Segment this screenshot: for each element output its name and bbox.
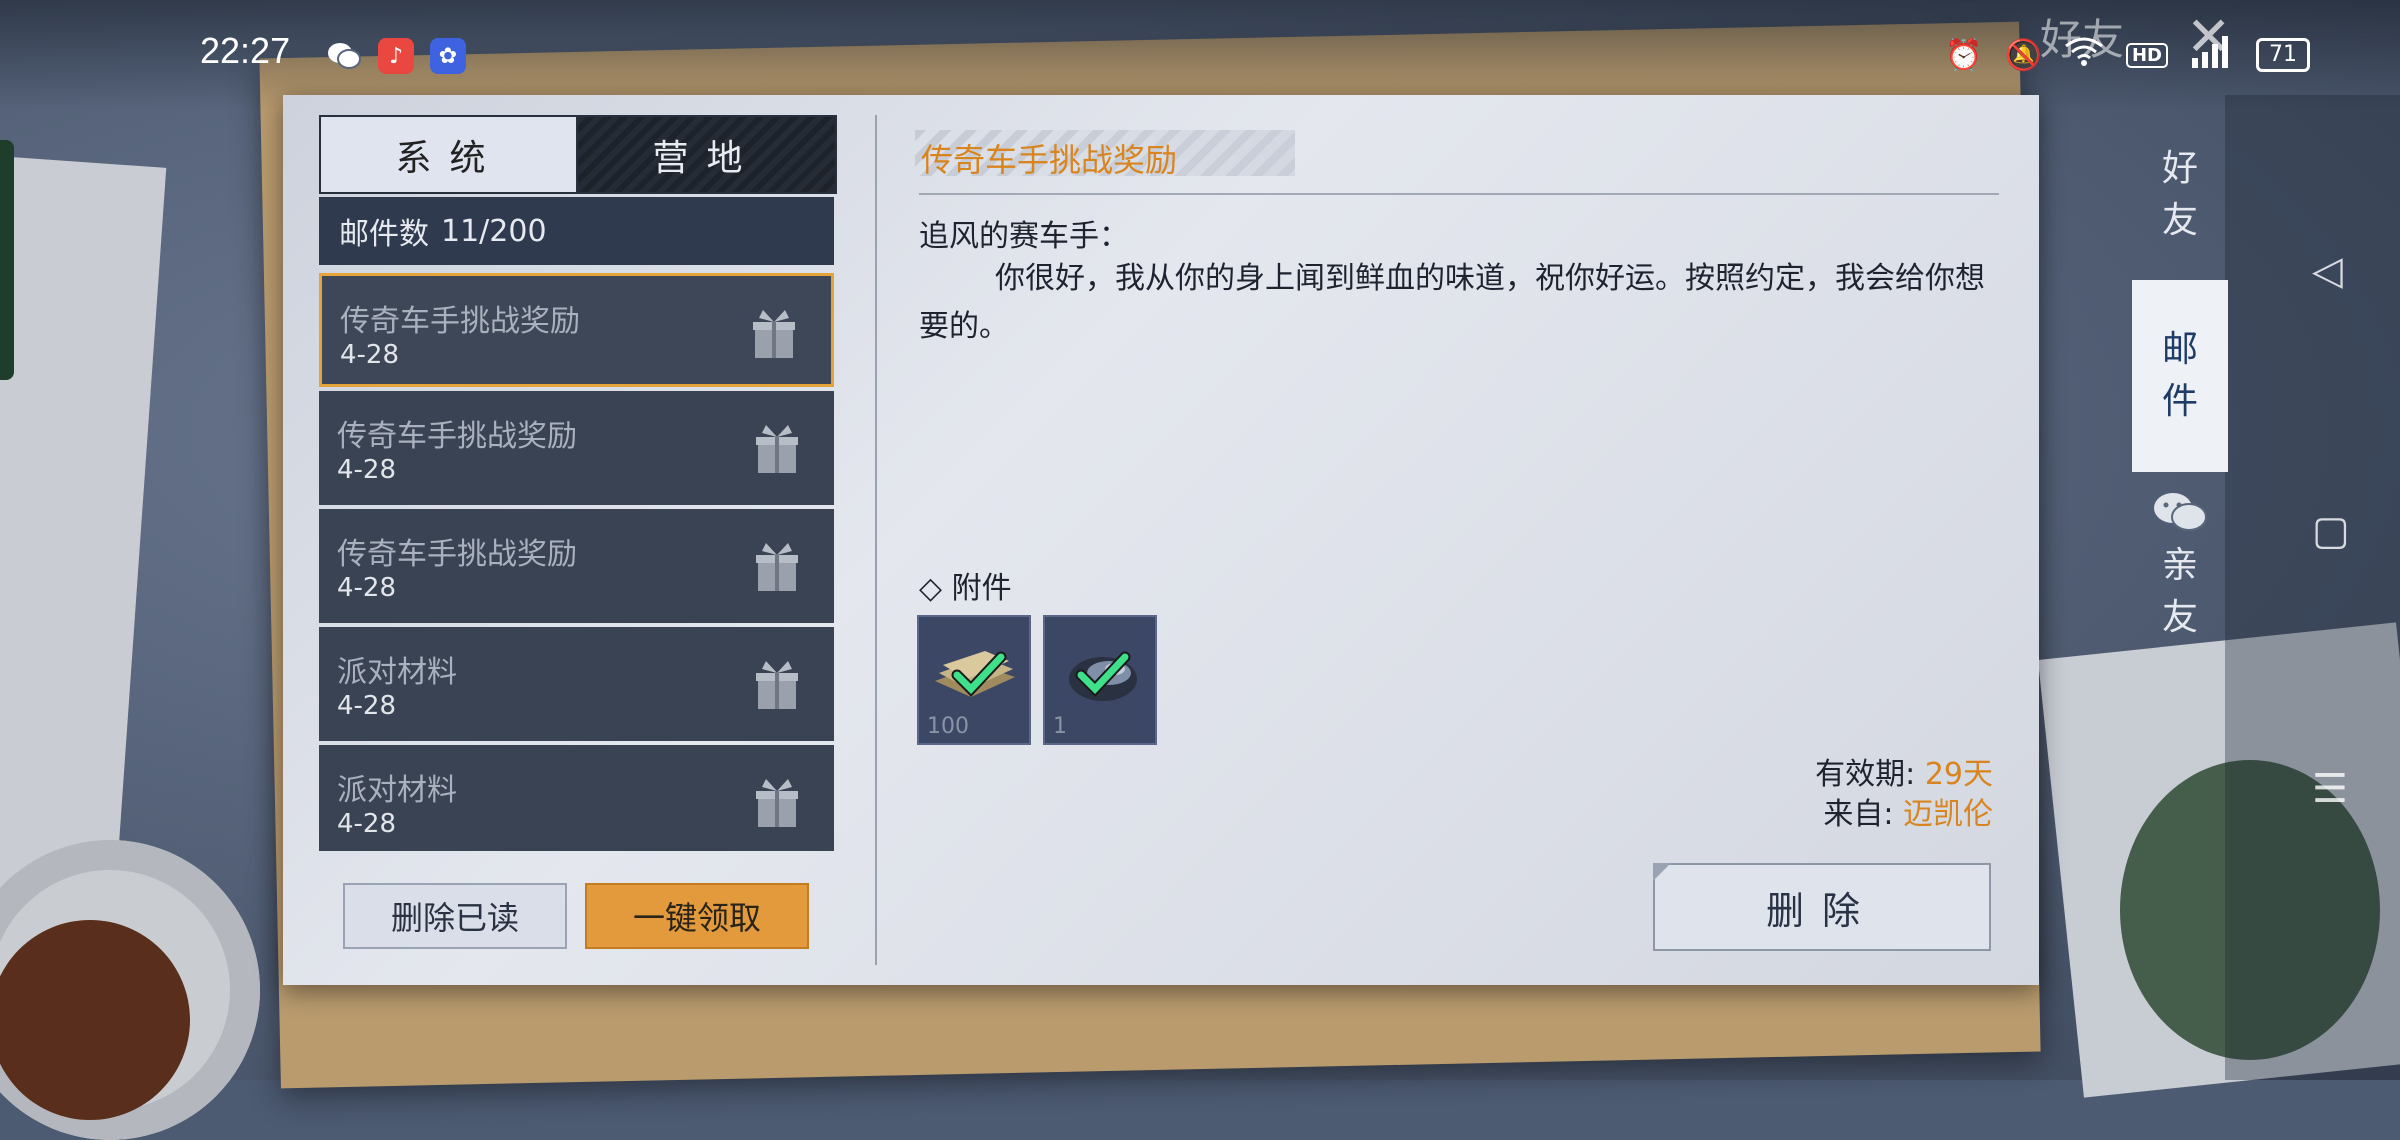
wechat-icon: [2154, 493, 2207, 531]
delete-button[interactable]: 删除: [1653, 863, 1991, 951]
side-tab-label: 件: [2161, 381, 2198, 422]
alarm-icon: ⏰: [1945, 37, 1983, 73]
status-time: 22:27: [200, 30, 291, 71]
mail-list-item[interactable]: 传奇车手挑战奖励 4-28: [319, 273, 834, 387]
side-tab-label: 邮: [2161, 329, 2198, 370]
gift-icon: [753, 310, 795, 358]
mail-list: 传奇车手挑战奖励 4-28 传奇车手挑战奖励 4-28 传奇车手挑战奖励 4-2…: [319, 273, 834, 855]
side-tab-label: 友: [2161, 597, 2198, 638]
battery-indicator: 71: [2256, 38, 2310, 72]
attachment-count: 1: [1053, 714, 1067, 739]
home-icon[interactable]: ▢: [2312, 508, 2350, 554]
mail-date: 4-28: [337, 455, 397, 485]
mail-title: 传奇车手挑战奖励: [337, 419, 577, 454]
sender-label: 来自:: [1823, 797, 1894, 832]
side-tab-label: 好: [2161, 148, 2198, 189]
mail-list-item[interactable]: 派对材料 4-28: [319, 745, 834, 851]
delete-read-button[interactable]: 删除已读: [343, 883, 567, 949]
overlay-title: 好友: [2040, 15, 2125, 64]
side-tab-family[interactable]: 亲 友: [2132, 482, 2228, 652]
menu-icon[interactable]: ☰: [2312, 766, 2348, 812]
money-stack-icon: [935, 651, 1015, 697]
baidu-icon: ✿: [430, 38, 466, 74]
mail-date: 4-28: [337, 691, 397, 721]
edge-tab: [0, 140, 14, 380]
side-tab-label: 友: [2161, 200, 2198, 241]
mail-list-item[interactable]: 传奇车手挑战奖励 4-28: [319, 391, 834, 505]
gift-icon: [756, 779, 798, 827]
sender-value: 迈凯伦: [1903, 797, 1993, 832]
back-icon[interactable]: ◁: [2312, 248, 2343, 294]
status-right-group: ⏰ 🔕 HD 71: [1945, 34, 2310, 76]
mail-panel: 系统 营地 邮件数 11/200 传奇车手挑战奖励 4-28 传奇车手挑战奖励 …: [283, 95, 2039, 985]
tab-camp[interactable]: 营地: [576, 115, 837, 194]
mail-title: 传奇车手挑战奖励: [337, 537, 577, 572]
nav-backdrop: [2225, 95, 2400, 1080]
mail-title: 派对材料: [337, 773, 457, 808]
side-tab-mail[interactable]: 邮 件: [2132, 280, 2228, 472]
mail-date: 4-28: [340, 340, 400, 370]
mail-count-value: 11/200: [441, 213, 547, 249]
hd-badge: HD: [2125, 42, 2168, 68]
side-tab-friends[interactable]: 好 友: [2132, 120, 2228, 270]
mail-title: 派对材料: [337, 655, 457, 690]
attachment-item[interactable]: 100: [917, 615, 1031, 745]
attachments-label: ◇ 附件: [919, 571, 1012, 606]
mail-date: 4-28: [337, 809, 397, 839]
mail-list-item[interactable]: 传奇车手挑战奖励 4-28: [319, 509, 834, 623]
attachment-count: 100: [927, 714, 969, 739]
side-tab-label: 亲: [2161, 545, 2198, 586]
mail-meta: 有效期: 29天 来自: 迈凯伦: [1815, 755, 1993, 835]
attachment-item[interactable]: 1: [1043, 615, 1157, 745]
mute-icon: 🔕: [2004, 37, 2042, 73]
mail-salutation: 追风的赛车手：: [919, 219, 1129, 254]
mail-list-item[interactable]: 派对材料 4-28: [319, 627, 834, 741]
divider: [919, 193, 1999, 195]
validity-label: 有效期:: [1815, 757, 1916, 792]
mail-count-bar: 邮件数 11/200: [319, 197, 834, 265]
mail-detail-title: 传奇车手挑战奖励: [921, 141, 1178, 179]
button-corner-decoration: [1653, 863, 1671, 881]
panel-divider: [875, 115, 877, 965]
douyin-icon: ♪: [378, 38, 414, 74]
status-bar: 22:27 ♪ ✿ ⏰ 🔕 HD 71 好友 ✕: [0, 0, 2400, 110]
vehicle-part-icon: [1069, 651, 1137, 701]
claim-all-button[interactable]: 一键领取: [585, 883, 809, 949]
gift-icon: [756, 425, 798, 473]
wechat-icon: [326, 38, 362, 74]
gift-icon: [756, 661, 798, 709]
mail-date: 4-28: [337, 573, 397, 603]
tab-system[interactable]: 系统: [319, 115, 580, 194]
mail-body: 你很好，我从你的身上闻到鲜血的味道，祝你好运。按照约定，我会给你想要的。: [919, 261, 1985, 344]
mail-count-label: 邮件数: [339, 217, 429, 252]
validity-value: 29天: [1924, 757, 1993, 792]
close-icon[interactable]: ✕: [2186, 10, 2231, 64]
gift-icon: [756, 543, 798, 591]
mail-title: 传奇车手挑战奖励: [340, 304, 580, 339]
